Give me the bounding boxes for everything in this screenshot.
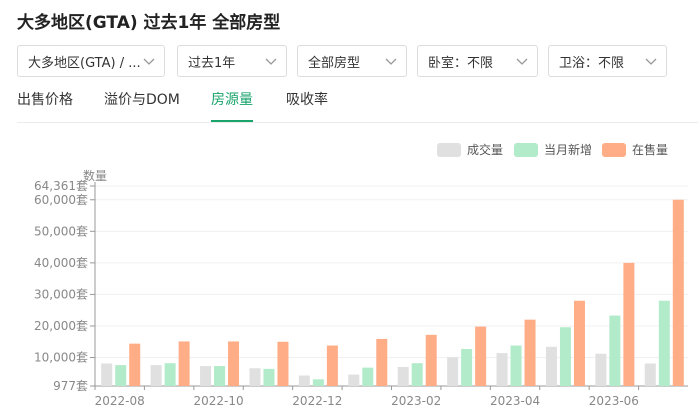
tab-sale-price[interactable]: 出售价格 xyxy=(17,89,73,122)
bar-sold xyxy=(101,363,113,386)
bar-active-listings xyxy=(623,262,635,386)
chevron-down-icon xyxy=(645,58,657,65)
bar-new-listings xyxy=(461,349,473,386)
legend-label-active-listings: 在售量 xyxy=(632,143,669,157)
x-tick-label: 2023-04 xyxy=(490,394,540,408)
bar-sold xyxy=(249,368,261,386)
property-type-filter[interactable]: 全部房型 xyxy=(297,45,407,77)
bar-new-listings xyxy=(312,379,324,386)
bar-active-listings xyxy=(376,338,388,386)
period-filter[interactable]: 过去1年 xyxy=(177,45,287,77)
bar-sold xyxy=(595,353,607,386)
legend-swatch-active-listings xyxy=(602,142,626,157)
legend-swatch-sold xyxy=(437,142,461,157)
bar-sold xyxy=(644,363,656,386)
bar-active-listings xyxy=(425,334,437,386)
bar-sold xyxy=(545,346,557,386)
bar-active-listings xyxy=(326,345,338,386)
bar-new-listings xyxy=(559,327,571,386)
bar-new-listings xyxy=(263,368,275,386)
bar-sold xyxy=(496,353,508,386)
x-tick-label: 2023-06 xyxy=(589,394,639,408)
bar-active-listings xyxy=(524,319,536,386)
bedroom-filter-label: 卧室：不限 xyxy=(428,55,494,71)
region-filter[interactable]: 大多地区(GTA) / ... xyxy=(17,45,165,77)
bar-active-listings xyxy=(475,326,487,386)
bar-active-listings xyxy=(129,343,141,386)
bar-new-listings xyxy=(164,363,176,386)
x-tick-label: 2022-08 xyxy=(95,394,145,408)
bar-new-listings xyxy=(362,367,374,386)
bathroom-filter[interactable]: 卫浴：不限 xyxy=(548,45,667,77)
y-tick-label: 60,000套 xyxy=(34,193,88,207)
bar-new-listings xyxy=(115,365,127,386)
bar-sold xyxy=(150,365,162,386)
bar-sold xyxy=(200,366,212,386)
y-tick-label: 20,000套 xyxy=(34,319,88,333)
legend-label-sold: 成交量 xyxy=(467,143,504,157)
bar-sold xyxy=(298,375,310,386)
y-tick-label: 64,361套 xyxy=(34,179,88,193)
chevron-down-icon xyxy=(265,58,277,65)
bar-new-listings xyxy=(411,363,423,386)
region-filter-label: 大多地区(GTA) / ... xyxy=(28,55,141,71)
property-type-filter-label: 全部房型 xyxy=(308,55,361,71)
y-tick-label: 10,000套 xyxy=(34,351,88,365)
chevron-down-icon xyxy=(516,58,528,65)
y-tick-label: 30,000套 xyxy=(34,287,88,301)
bar-new-listings xyxy=(510,345,522,386)
bar-active-listings xyxy=(178,341,190,386)
bar-sold xyxy=(397,366,409,386)
legend-item-sold[interactable]: 成交量 xyxy=(437,141,503,158)
y-tick-label: 40,000套 xyxy=(34,256,88,270)
legend-label-new-listings: 当月新增 xyxy=(544,143,593,157)
bar-active-listings xyxy=(672,199,684,386)
bedroom-filter[interactable]: 卧室：不限 xyxy=(417,45,538,77)
tab-premium-dom[interactable]: 溢价与DOM xyxy=(104,89,180,122)
y-tick-label: 50,000套 xyxy=(34,224,88,238)
bar-active-listings xyxy=(228,341,240,386)
tab-listing-volume[interactable]: 房源量 xyxy=(211,89,253,122)
legend-item-new-listings[interactable]: 当月新增 xyxy=(514,141,592,158)
chart-tabs: 出售价格 溢价与DOM 房源量 吸收率 xyxy=(17,89,698,123)
chevron-down-icon xyxy=(143,58,155,65)
bar-sold xyxy=(447,357,459,386)
period-filter-label: 过去1年 xyxy=(188,55,236,71)
bar-new-listings xyxy=(214,366,226,386)
bathroom-filter-label: 卫浴：不限 xyxy=(559,55,625,71)
tab-absorption-rate[interactable]: 吸收率 xyxy=(286,89,328,122)
chevron-down-icon xyxy=(385,58,397,65)
bar-new-listings xyxy=(658,300,670,386)
y-tick-label: 977套 xyxy=(53,379,88,393)
page-title: 大多地区(GTA) 过去1年 全部房型 xyxy=(17,13,281,33)
bar-active-listings xyxy=(277,341,289,386)
legend-swatch-new-listings xyxy=(514,142,538,157)
x-tick-label: 2023-02 xyxy=(391,394,441,408)
x-tick-label: 2022-12 xyxy=(292,394,342,408)
bar-new-listings xyxy=(609,315,621,386)
bar-sold xyxy=(348,374,360,386)
bar-active-listings xyxy=(573,300,585,386)
x-tick-label: 2022-10 xyxy=(193,394,243,408)
listing-volume-chart: 数量977套10,000套20,000套30,000套40,000套50,000… xyxy=(34,168,688,408)
legend-item-active-listings[interactable]: 在售量 xyxy=(602,141,668,158)
